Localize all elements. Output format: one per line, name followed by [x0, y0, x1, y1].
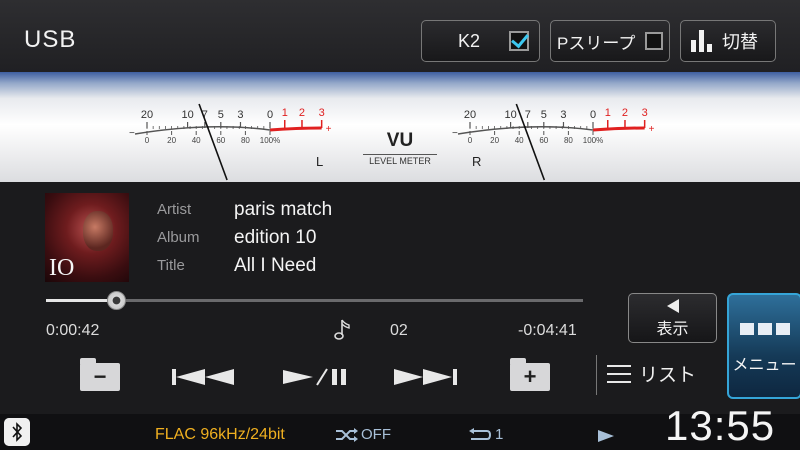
bar-graph-icon: [691, 30, 712, 52]
right-pct-label: 100%: [583, 136, 603, 145]
right-pct-label: 40: [515, 136, 524, 145]
clock: 13:55: [665, 402, 776, 449]
left-pct-label: 40: [192, 136, 201, 145]
display-button[interactable]: 表示: [628, 293, 717, 343]
next-track-button[interactable]: [394, 360, 458, 394]
seek-bar[interactable]: [46, 291, 583, 310]
p-sleep-label: Pスリープ: [557, 33, 636, 53]
folder-plus-icon: +: [510, 358, 550, 391]
previous-track-button[interactable]: [172, 360, 236, 394]
left-red-db-label: 3: [319, 107, 325, 119]
right-pct-label: 80: [564, 136, 573, 145]
elapsed-time: 0:00:42: [46, 322, 100, 339]
k2-checkbox-icon: [509, 31, 529, 51]
left-db-label: 10: [181, 109, 193, 121]
bluetooth-icon: [4, 418, 30, 446]
skip-previous-icon: [172, 369, 234, 385]
title-value: All I Need: [234, 255, 317, 276]
left-red-arc: [269, 126, 322, 132]
p-sleep-toggle-button[interactable]: Pスリープ: [550, 20, 670, 62]
right-plus-sign: +: [649, 124, 655, 135]
left-plus-sign: +: [326, 124, 332, 135]
folder-up-button[interactable]: +: [510, 358, 550, 394]
left-red-db-label: 1: [282, 107, 288, 119]
vu-meter-panel: − +20 10 7 5 3 0 1 2 3 0 20 40 60 80 100% − +20 10 7 5 3 0 1 2 3 0…: [0, 72, 800, 182]
left-pct-label: 20: [167, 136, 176, 145]
skip-next-icon: [394, 369, 457, 385]
list-icon: [607, 364, 631, 383]
title-label: Title: [157, 257, 185, 274]
music-note-icon: [334, 319, 350, 340]
right-red-db-label: 1: [605, 107, 611, 119]
menu-button[interactable]: メニュー: [727, 293, 800, 399]
left-channel-label: L: [316, 154, 324, 169]
switch-label: 切替: [722, 32, 758, 52]
right-db-label: 20: [464, 109, 476, 121]
right-minus-sign: −: [452, 128, 458, 139]
right-db-label: 0: [590, 109, 596, 121]
vu-subtitle: LEVEL METER: [363, 154, 437, 166]
shuffle-status: OFF: [336, 426, 391, 443]
right-red-db-label: 3: [642, 107, 648, 119]
left-db-label: 5: [218, 109, 224, 121]
shuffle-value: OFF: [361, 426, 391, 443]
right-pct-label: 0: [468, 136, 473, 145]
track-number: 02: [390, 322, 408, 339]
right-pct-label: 60: [539, 136, 548, 145]
repeat-status: 1: [467, 426, 503, 443]
left-red-db-label: 2: [299, 107, 305, 119]
right-db-label: 3: [560, 109, 566, 121]
folder-minus-icon: −: [80, 358, 120, 391]
album-art-logo: IO: [49, 255, 75, 281]
list-label: リスト: [639, 365, 697, 386]
p-sleep-checkbox-icon: [645, 32, 663, 50]
left-db-label: 20: [141, 109, 153, 121]
seek-bar-handle[interactable]: [106, 291, 126, 310]
artist-value: paris match: [234, 199, 333, 220]
playing-indicator-icon: [598, 430, 614, 442]
seek-bar-fill: [46, 299, 116, 302]
right-db-label: 10: [504, 109, 516, 121]
remaining-time: -0:04:41: [518, 322, 577, 339]
back-triangle-icon: [666, 299, 679, 313]
source-title: USB: [24, 26, 77, 53]
k2-toggle-button[interactable]: K2: [421, 20, 540, 62]
switch-view-button[interactable]: 切替: [680, 20, 776, 62]
display-label: 表示: [656, 321, 689, 338]
audio-format: FLAC 96kHz/24bit: [155, 426, 285, 443]
right-red-arc: [592, 126, 645, 132]
left-pct-label: 60: [216, 136, 225, 145]
album-art: IO: [45, 193, 129, 282]
right-pct-label: 20: [490, 136, 499, 145]
right-channel-label: R: [472, 154, 482, 169]
folder-down-button[interactable]: −: [80, 358, 120, 394]
play-pause-button[interactable]: [283, 360, 349, 394]
menu-label: メニュー: [732, 357, 797, 374]
left-pct-label: 0: [145, 136, 150, 145]
left-pct-label: 100%: [260, 136, 280, 145]
list-button[interactable]: リスト: [607, 360, 696, 387]
menu-grid-icon: [729, 323, 800, 335]
album-value: edition 10: [234, 227, 317, 248]
left-minus-sign: −: [129, 128, 135, 139]
right-db-label: 7: [525, 109, 531, 121]
k2-label: K2: [458, 30, 481, 51]
vu-title: VU: [386, 130, 414, 151]
repeat-icon: [469, 427, 491, 440]
shuffle-icon: [336, 427, 358, 442]
play-pause-icon: [283, 368, 346, 386]
right-red-db-label: 2: [622, 107, 628, 119]
divider: [596, 355, 597, 395]
left-db-label: 3: [237, 109, 243, 121]
right-db-label: 5: [541, 109, 547, 121]
album-label: Album: [157, 229, 200, 246]
artist-label: Artist: [157, 201, 192, 218]
left-db-label: 0: [267, 109, 273, 121]
repeat-value: 1: [495, 426, 504, 443]
left-pct-label: 80: [241, 136, 250, 145]
